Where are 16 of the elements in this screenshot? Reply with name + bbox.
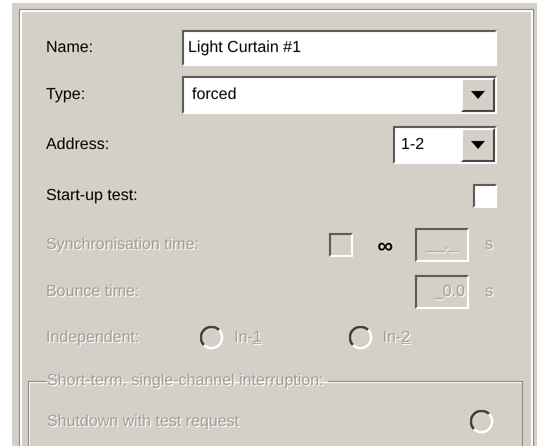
infinity-symbol: ∞ [377, 232, 393, 260]
name-field[interactable]: Light Curtain #1 [182, 30, 497, 66]
dropdown-value: 1-2 [401, 135, 424, 155]
dropdown-value: forced [192, 85, 236, 105]
type-dropdown[interactable]: forced [182, 76, 497, 114]
field-label: Address: [46, 135, 110, 155]
caret-icon [471, 91, 485, 99]
address-dropdown[interactable]: 1-2 [393, 126, 497, 164]
field-label: Type: [46, 85, 86, 105]
caret-icon [471, 141, 485, 149]
checkbox[interactable] [473, 184, 497, 208]
dropdown-button[interactable] [461, 128, 495, 162]
startup-test-label: Start-up test: [46, 186, 139, 206]
dropdown-button[interactable] [461, 78, 495, 112]
field-label: Name: [46, 38, 94, 58]
group-title: Short-term, single-channel interruption: [47, 371, 325, 391]
